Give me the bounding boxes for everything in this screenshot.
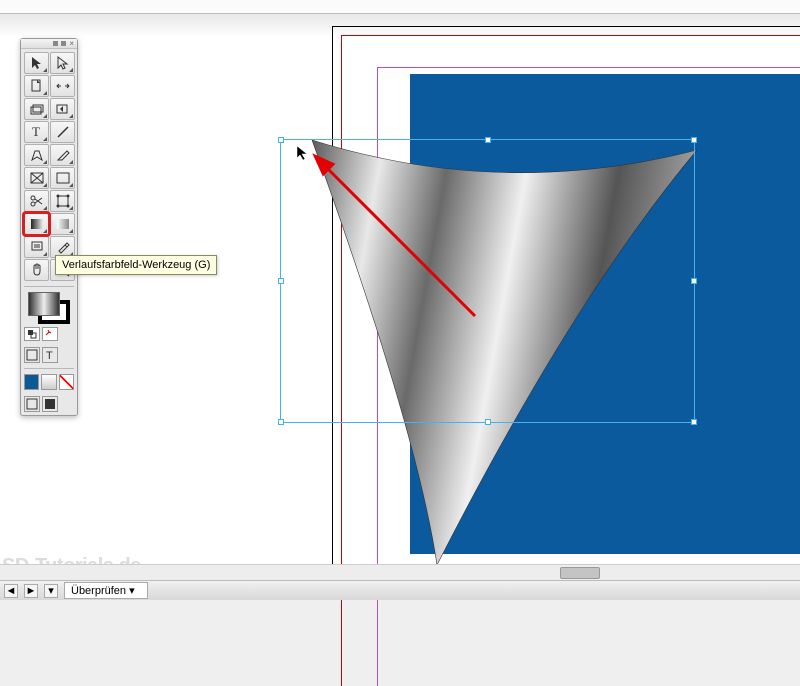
tools-panel: × T T [20, 38, 78, 416]
selection-tool[interactable] [24, 52, 49, 74]
scroll-thumb[interactable] [560, 567, 600, 579]
tool-tooltip: Verlaufsfarbfeld-Werkzeug (G) [55, 255, 217, 275]
pencil-tool[interactable] [50, 144, 75, 166]
apply-to-container-icon[interactable] [24, 347, 40, 363]
type-tool[interactable]: T [24, 121, 49, 143]
resize-handle-w[interactable] [278, 278, 284, 284]
content-placer-tool[interactable] [50, 98, 75, 120]
horizontal-scrollbar[interactable] [0, 564, 800, 580]
ruler-horizontal [0, 0, 800, 14]
resize-handle-nw[interactable] [278, 137, 284, 143]
swap-fill-stroke-icon[interactable] [24, 327, 40, 341]
normal-view-icon[interactable] [24, 396, 40, 412]
status-label: Überprüfen [71, 585, 126, 597]
preview-view-icon[interactable] [42, 396, 58, 412]
collapse-icon[interactable] [61, 41, 66, 46]
resize-handle-n[interactable] [485, 137, 491, 143]
panel-header[interactable]: × [21, 39, 77, 49]
popup-icon[interactable]: ▾ [44, 584, 58, 598]
note-tool[interactable] [24, 236, 49, 258]
direct-selection-tool[interactable] [50, 52, 75, 74]
page-tool[interactable] [24, 75, 49, 97]
scissors-tool[interactable] [24, 190, 49, 212]
rectangle-frame-tool[interactable] [24, 167, 49, 189]
collapse-icon[interactable] [53, 41, 58, 46]
prev-page-icon[interactable]: ◄ [4, 584, 18, 598]
gradient-feather-tool[interactable] [50, 213, 75, 235]
fill-stroke-swatch[interactable] [28, 292, 70, 324]
rectangle-tool[interactable] [50, 167, 75, 189]
next-page-icon[interactable]: ► [24, 584, 38, 598]
svg-text:T: T [46, 350, 53, 361]
gradient-swatch-tool[interactable] [24, 213, 49, 235]
free-transform-tool[interactable] [50, 190, 75, 212]
svg-text:T: T [32, 124, 40, 139]
resize-handle-s[interactable] [485, 419, 491, 425]
content-collector-tool[interactable] [24, 98, 49, 120]
fill-color[interactable] [28, 292, 60, 316]
apply-none-icon[interactable] [59, 374, 74, 390]
pen-tool[interactable] [24, 144, 49, 166]
status-bar: ◄ ► ▾ Überprüfen ▾ [0, 580, 800, 600]
line-tool[interactable] [50, 121, 75, 143]
apply-gradient-icon[interactable] [41, 374, 56, 390]
gap-tool[interactable] [50, 75, 75, 97]
resize-handle-ne[interactable] [691, 137, 697, 143]
resize-handle-sw[interactable] [278, 419, 284, 425]
preflight-status[interactable]: Überprüfen ▾ [64, 582, 148, 599]
hand-tool[interactable] [24, 259, 49, 281]
close-icon[interactable]: × [69, 39, 74, 48]
default-fill-stroke-icon[interactable] [42, 327, 58, 341]
apply-color-icon[interactable] [24, 374, 39, 390]
resize-handle-se[interactable] [691, 419, 697, 425]
resize-handle-e[interactable] [691, 278, 697, 284]
selection-bounding-box[interactable] [280, 139, 695, 423]
apply-to-text-icon[interactable]: T [42, 347, 58, 363]
